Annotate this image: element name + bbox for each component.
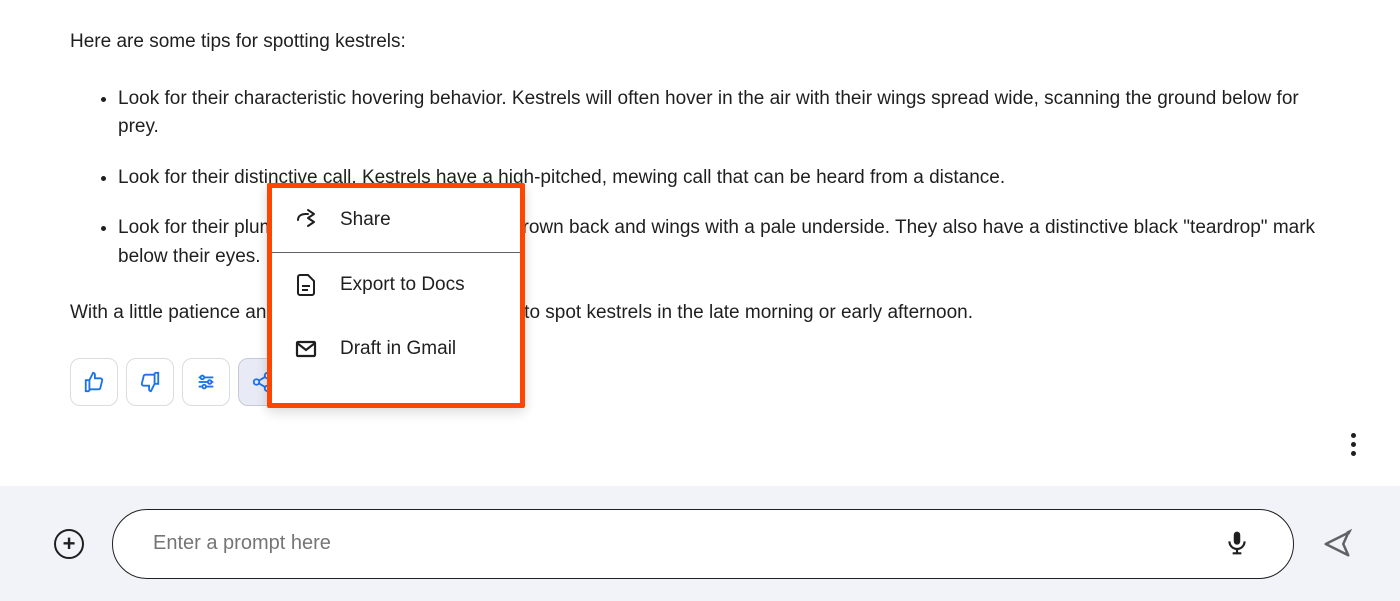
tune-icon bbox=[195, 371, 217, 393]
tune-button[interactable] bbox=[182, 358, 230, 406]
response-intro: Here are some tips for spotting kestrels… bbox=[70, 28, 1330, 57]
send-button[interactable] bbox=[1322, 529, 1352, 559]
thumbs-up-icon bbox=[83, 371, 105, 393]
gmail-icon bbox=[294, 337, 318, 361]
prompt-input-area: + bbox=[0, 486, 1400, 601]
menu-item-label: Share bbox=[340, 209, 391, 231]
plus-icon: + bbox=[63, 533, 76, 555]
microphone-button[interactable] bbox=[1224, 529, 1250, 558]
share-menu-popover: Share Export to Docs Draft in Gmail bbox=[267, 183, 525, 408]
send-icon bbox=[1322, 529, 1352, 559]
add-button[interactable]: + bbox=[54, 529, 84, 559]
overflow-menu-button[interactable] bbox=[1343, 425, 1364, 464]
share-menu-item-share[interactable]: Share bbox=[272, 188, 520, 252]
response-bullet: Look for their characteristic hovering b… bbox=[118, 85, 1330, 142]
response-conclusion: With a little patience and practice, you… bbox=[70, 299, 1330, 328]
thumbs-down-icon bbox=[139, 371, 161, 393]
thumbs-down-button[interactable] bbox=[126, 358, 174, 406]
overflow-dot-icon bbox=[1351, 451, 1356, 456]
share-menu-item-draft-gmail[interactable]: Draft in Gmail bbox=[272, 317, 520, 381]
share-arrow-icon bbox=[294, 208, 318, 232]
response-content: Here are some tips for spotting kestrels… bbox=[0, 0, 1400, 328]
overflow-dot-icon bbox=[1351, 442, 1356, 447]
prompt-input[interactable] bbox=[112, 509, 1294, 579]
thumbs-up-button[interactable] bbox=[70, 358, 118, 406]
menu-item-label: Draft in Gmail bbox=[340, 338, 456, 360]
response-list: Look for their characteristic hovering b… bbox=[70, 85, 1330, 272]
menu-item-label: Export to Docs bbox=[340, 274, 465, 296]
microphone-icon bbox=[1224, 529, 1250, 555]
overflow-dot-icon bbox=[1351, 433, 1356, 438]
docs-icon bbox=[294, 273, 318, 297]
share-menu-item-export-docs[interactable]: Export to Docs bbox=[272, 253, 520, 317]
response-action-bar: Google it bbox=[0, 358, 1400, 406]
